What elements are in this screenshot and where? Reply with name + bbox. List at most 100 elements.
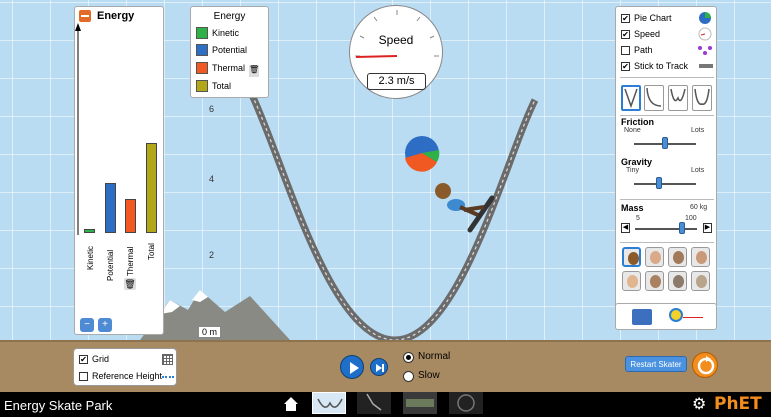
step-button[interactable] <box>370 358 388 376</box>
speed-normal-radio[interactable] <box>403 352 414 363</box>
skater-option-2[interactable] <box>645 247 664 267</box>
app-title: Energy Skate Park <box>4 398 113 413</box>
speed-needle <box>355 55 398 58</box>
legend-label-total: Total <box>212 81 232 91</box>
view-options-panel: ✔ Grid Reference Height <box>73 348 177 386</box>
speed-normal-label: Normal <box>418 351 451 362</box>
navigation-bar: Energy Skate Park ⚙ PhET <box>0 392 771 417</box>
mass-slider[interactable] <box>635 228 697 230</box>
reset-all-button[interactable] <box>692 352 718 378</box>
track <box>248 93 539 344</box>
track-loop-button[interactable] <box>692 85 712 111</box>
grid-label: Grid <box>92 354 110 364</box>
friction-screen-icon[interactable] <box>357 392 391 414</box>
skater-option-3[interactable] <box>668 247 687 267</box>
height-label-6: 6 <box>209 104 215 114</box>
track-ramp-button[interactable] <box>644 85 664 111</box>
collapse-graph-button[interactable] <box>79 10 91 22</box>
divider <box>620 199 714 200</box>
track-u-shape-button[interactable] <box>621 85 641 111</box>
legend-label-thermal: Thermal <box>212 63 246 73</box>
stopwatch-icon[interactable] <box>632 309 652 325</box>
playground-screen-icon[interactable] <box>449 392 483 414</box>
pie-chart-icon <box>405 136 440 172</box>
grid-check[interactable]: ✔ <box>79 354 88 364</box>
mass-increase-button[interactable]: ▶ <box>703 223 712 233</box>
friction-title: Friction <box>621 117 654 127</box>
bar-label-kinetic: Kinetic <box>86 245 95 270</box>
stick-to-track-check[interactable]: ✔ <box>621 61 630 71</box>
skater-option-6[interactable] <box>645 271 664 291</box>
reference-height-check[interactable] <box>79 371 88 381</box>
skater-option-7[interactable] <box>668 271 687 291</box>
gravity-min-label: Tiny <box>626 167 639 174</box>
friction-slider-thumb[interactable] <box>662 137 668 149</box>
bar-label-total: Total <box>147 243 156 260</box>
bar-label-potential: Potential <box>106 249 115 281</box>
mass-max-label: 100 <box>685 215 697 222</box>
energy-legend: Energy Kinetic Potential Thermal 🗑 Total <box>190 6 269 98</box>
legend-swatch-potential <box>196 44 208 56</box>
stick-to-track-label: Stick to Track <box>634 61 689 71</box>
zoom-out-icon[interactable]: − <box>80 318 94 332</box>
bar-kinetic <box>84 229 95 233</box>
speed-checkbox[interactable]: ✔ Speed <box>621 29 660 39</box>
pie-chart-checkbox[interactable]: ✔ Pie Chart <box>621 13 672 23</box>
track-icon <box>699 64 713 68</box>
skater-option-8[interactable] <box>691 271 710 291</box>
energy-axis <box>75 23 81 235</box>
reference-height-icon <box>162 376 174 378</box>
restart-skater-button[interactable]: Restart Skater <box>625 356 687 372</box>
phet-logo[interactable]: PhET <box>714 394 762 414</box>
energy-bar-graph: Energy Kinetic Potential Thermal Total 🗑… <box>74 6 164 335</box>
tools-panel <box>615 303 717 330</box>
gravity-slider-thumb[interactable] <box>655 177 662 189</box>
measuring-tape-icon[interactable] <box>669 308 683 322</box>
reference-height-label: Reference Height <box>92 371 163 381</box>
divider <box>620 242 714 243</box>
legend-item: Potential <box>196 44 247 56</box>
path-option-label: Path <box>634 45 653 55</box>
gravity-max-label: Lots <box>691 167 705 174</box>
pie-chart-check[interactable]: ✔ <box>621 13 630 23</box>
track-center-line <box>251 94 536 341</box>
height-label-4: 4 <box>209 174 215 184</box>
graphs-screen-icon[interactable] <box>403 392 437 414</box>
bar-potential <box>105 183 116 233</box>
skater-option-5[interactable] <box>622 271 641 291</box>
gravity-slider[interactable] <box>634 183 696 185</box>
pie-chart-label: Pie Chart <box>634 13 672 23</box>
path-icon <box>698 46 712 55</box>
speedometer: Speed 2.3 m/s <box>349 5 443 99</box>
reference-height-checkbox[interactable]: Reference Height <box>79 371 162 381</box>
speed-slow-radio[interactable] <box>403 371 414 382</box>
radio-dot <box>406 355 411 360</box>
skater-option-1[interactable] <box>622 247 641 267</box>
legend-item: Total <box>196 80 231 92</box>
bar-thermal <box>125 199 136 233</box>
home-icon[interactable] <box>283 396 299 417</box>
bar-label-thermal: Thermal <box>126 246 135 276</box>
clear-thermal-trash-icon[interactable]: 🗑 <box>124 278 136 290</box>
settings-icon[interactable]: ⚙ <box>692 394 706 414</box>
grid-checkbox[interactable]: ✔ Grid <box>79 354 109 364</box>
grid-icon <box>162 354 173 365</box>
speedometer-icon <box>698 27 712 41</box>
legend-swatch-kinetic <box>196 27 208 39</box>
path-checkbox[interactable]: Path <box>621 45 653 55</box>
gravity-title: Gravity <box>621 157 653 167</box>
mass-value: 60 kg <box>690 204 708 211</box>
legend-thermal-trash-icon[interactable]: 🗑 <box>249 65 259 77</box>
mass-decrease-button[interactable]: ◀ <box>621 223 630 233</box>
skater-option-4[interactable] <box>691 247 710 267</box>
stick-to-track-checkbox[interactable]: ✔ Stick to Track <box>621 61 688 71</box>
track-double-well-button[interactable] <box>668 85 688 111</box>
path-check[interactable] <box>621 45 630 55</box>
mass-slider-thumb[interactable] <box>678 222 685 234</box>
pie-chart-icon <box>699 12 711 24</box>
speed-check[interactable]: ✔ <box>621 29 630 39</box>
zoom-in-icon[interactable]: + <box>98 318 112 332</box>
intro-screen-icon[interactable] <box>312 392 346 414</box>
sim-play-area: 6 4 2 0 m Energy Kinetic Potential Therm… <box>0 0 771 392</box>
play-button[interactable] <box>340 355 364 379</box>
